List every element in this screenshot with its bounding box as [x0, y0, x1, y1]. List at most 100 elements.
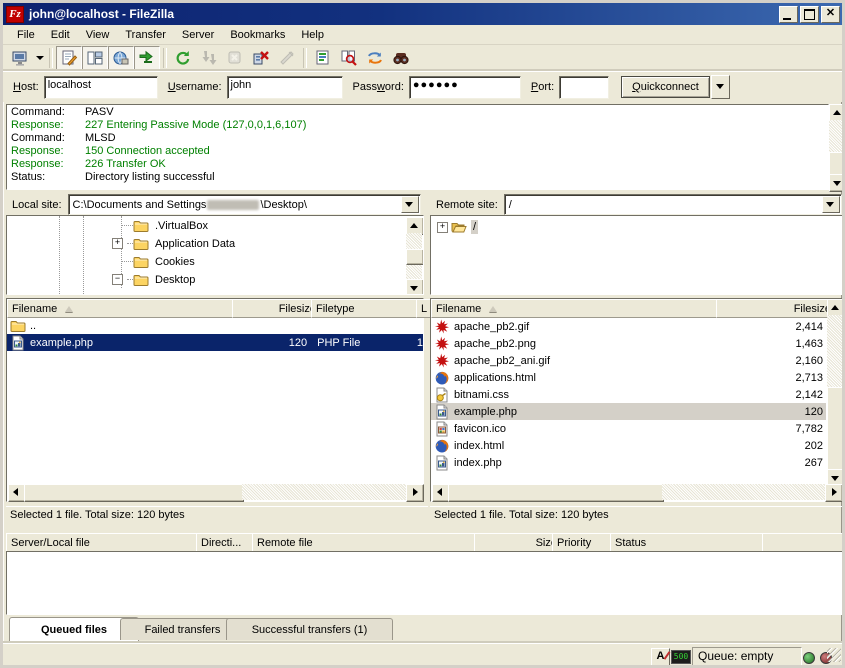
- tab-successful-transfers[interactable]: Successful transfers (1): [226, 618, 393, 640]
- tree-expand-icon[interactable]: +: [437, 222, 448, 233]
- column-header-filesize[interactable]: Filesize: [716, 299, 836, 318]
- ascii-datatype-icon[interactable]: A: [651, 648, 670, 666]
- log-line: Response:227 Entering Passive Mode (127,…: [11, 119, 828, 132]
- remote-file-list[interactable]: Filename Filesize apache_pb2.gif 2,414 a…: [430, 298, 845, 502]
- column-header-filetype[interactable]: Filetype: [311, 299, 426, 318]
- css-file-icon: [434, 387, 450, 403]
- log-line: Status:Directory listing successful: [11, 171, 828, 184]
- file-row[interactable]: applications.html 2,713: [431, 369, 826, 386]
- message-log[interactable]: Command:PASV Response:227 Entering Passi…: [6, 104, 829, 190]
- column-header-status[interactable]: Status: [610, 533, 772, 553]
- image-broken-icon: [434, 319, 450, 335]
- tree-expand-icon[interactable]: +: [112, 238, 123, 249]
- column-header-server-local-file[interactable]: Server/Local file: [6, 533, 206, 553]
- status-bar: A 500 Queue: empty: [3, 643, 842, 668]
- toggle-local-tree-button[interactable]: [82, 46, 108, 70]
- synchronized-browsing-button[interactable]: [362, 46, 388, 70]
- file-row-selected[interactable]: example.php 120: [431, 403, 826, 420]
- scroll-right-button[interactable]: [406, 484, 424, 502]
- username-input[interactable]: john: [227, 76, 343, 99]
- menu-bookmarks[interactable]: Bookmarks: [222, 27, 293, 43]
- file-row[interactable]: apache_pb2.png 1,463: [431, 335, 826, 352]
- local-tree-pane[interactable]: + − .VirtualBox Application Data Cookies…: [6, 215, 424, 295]
- filezilla-logo-icon: Fz: [6, 6, 24, 23]
- close-button[interactable]: ✕: [821, 6, 840, 23]
- log-line: Response:150 Connection accepted: [11, 145, 828, 158]
- filter-button[interactable]: [310, 46, 336, 70]
- site-manager-button[interactable]: [7, 46, 33, 70]
- file-row-example-php[interactable]: example.php 120 PHP File 1: [7, 334, 423, 351]
- toggle-remote-tree-button[interactable]: [108, 46, 134, 70]
- resize-grip[interactable]: [827, 648, 841, 662]
- minimize-button[interactable]: [779, 6, 798, 23]
- column-header-filename[interactable]: Filename: [431, 299, 726, 318]
- local-tree-scrollbar[interactable]: [406, 217, 422, 295]
- scroll-down-button[interactable]: [829, 174, 845, 192]
- local-file-list[interactable]: Filename Filesize Filetype L .. example.…: [6, 298, 424, 502]
- remote-tree-pane[interactable]: + /: [430, 215, 845, 295]
- sort-ascending-icon: [65, 302, 73, 312]
- tree-collapse-icon[interactable]: −: [112, 274, 123, 285]
- quickconnect-dropdown[interactable]: [711, 75, 730, 99]
- scroll-down-button[interactable]: [406, 279, 424, 295]
- file-row[interactable]: apache_pb2_ani.gif 2,160: [431, 352, 826, 369]
- remote-hscrollbar[interactable]: [432, 484, 843, 500]
- maximize-button[interactable]: [800, 6, 819, 23]
- password-input[interactable]: ●●●●●●: [409, 76, 521, 99]
- find-files-button[interactable]: [388, 46, 414, 70]
- remote-vscrollbar[interactable]: [827, 299, 843, 485]
- local-site-bar: Local site: C:\Documents and Settings\De…: [6, 194, 424, 215]
- file-row[interactable]: apache_pb2.gif 2,414: [431, 318, 826, 335]
- column-header-remote-file[interactable]: Remote file: [252, 533, 484, 553]
- menu-server[interactable]: Server: [174, 27, 222, 43]
- local-hscrollbar[interactable]: [8, 484, 424, 500]
- toggle-transfer-queue-button[interactable]: [134, 46, 160, 70]
- port-input[interactable]: [559, 76, 609, 99]
- quickconnect-button[interactable]: Quickconnect: [621, 76, 710, 98]
- scroll-thumb[interactable]: [406, 249, 424, 265]
- column-header-size[interactable]: Size: [474, 533, 562, 553]
- file-row[interactable]: bitnami.css 2,142: [431, 386, 826, 403]
- menu-file[interactable]: File: [9, 27, 43, 43]
- menu-edit[interactable]: Edit: [43, 27, 78, 43]
- toggle-message-log-button[interactable]: [56, 46, 82, 70]
- tree-item-application-data[interactable]: Application Data: [133, 235, 237, 252]
- compare-directories-button[interactable]: [336, 46, 362, 70]
- host-input[interactable]: localhost: [44, 76, 158, 99]
- queue-list[interactable]: [6, 551, 845, 615]
- menu-view[interactable]: View: [78, 27, 118, 43]
- speed-limit-icon[interactable]: 500: [671, 650, 691, 664]
- tree-item-cookies[interactable]: Cookies: [133, 253, 197, 270]
- local-site-combobox[interactable]: C:\Documents and Settings\Desktop\: [68, 194, 421, 215]
- tree-item-virtualbox[interactable]: .VirtualBox: [133, 217, 210, 234]
- scroll-right-button[interactable]: [825, 484, 843, 502]
- redacted-username: [207, 200, 259, 210]
- remote-site-combobox[interactable]: /: [504, 194, 842, 215]
- file-row[interactable]: index.php 267: [431, 454, 826, 471]
- site-manager-dropdown[interactable]: [33, 47, 46, 69]
- log-scrollbar[interactable]: [829, 104, 845, 190]
- scroll-thumb[interactable]: [827, 387, 845, 471]
- scroll-thumb[interactable]: [24, 484, 244, 502]
- refresh-button[interactable]: [170, 46, 196, 70]
- file-row-updir[interactable]: ..: [7, 317, 423, 334]
- menu-help[interactable]: Help: [293, 27, 332, 43]
- folder-icon: [133, 218, 149, 234]
- log-line: Command:MLSD: [11, 132, 828, 145]
- remote-site-dropdown[interactable]: [822, 196, 840, 213]
- menu-transfer[interactable]: Transfer: [117, 27, 174, 43]
- file-row[interactable]: favicon.ico 7,782: [431, 420, 826, 437]
- column-header-filesize[interactable]: Filesize: [232, 299, 321, 318]
- scroll-thumb[interactable]: [829, 152, 845, 176]
- title-bar[interactable]: Fz john@localhost - FileZilla ✕: [3, 3, 842, 25]
- file-row[interactable]: index.html 202: [431, 437, 826, 454]
- menu-bar: File Edit View Transfer Server Bookmarks…: [3, 25, 842, 45]
- toolbar: [3, 45, 842, 71]
- tree-item-desktop[interactable]: Desktop: [133, 271, 197, 288]
- tree-item-root[interactable]: /: [451, 218, 478, 235]
- scroll-thumb[interactable]: [448, 484, 664, 502]
- disconnect-button[interactable]: [248, 46, 274, 70]
- local-site-dropdown[interactable]: [401, 196, 419, 213]
- column-header-filename[interactable]: Filename: [7, 299, 242, 318]
- host-label: Host:: [13, 81, 39, 93]
